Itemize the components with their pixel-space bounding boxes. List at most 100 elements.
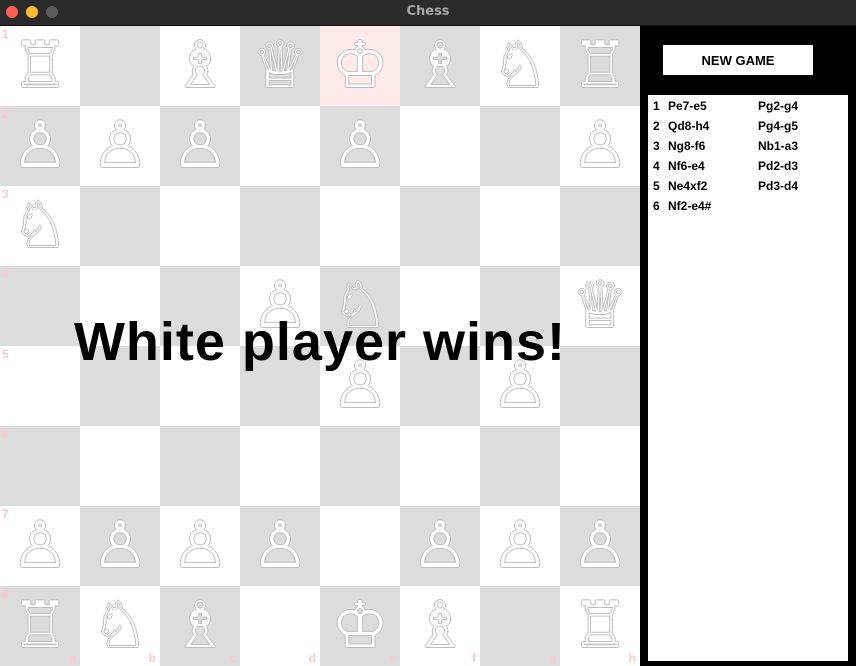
board-square[interactable]	[240, 106, 320, 186]
black-move: Nb1-a3	[758, 139, 799, 153]
white-pawn-piece-icon[interactable]: ♙	[480, 506, 560, 586]
black-pawn-piece-icon[interactable]: ♙	[560, 106, 640, 186]
white-pawn-piece-icon[interactable]: ♙	[400, 506, 480, 586]
move-number: 4	[653, 159, 660, 173]
rank-label: 6	[2, 427, 9, 441]
black-king-piece-icon[interactable]: ♔	[320, 26, 400, 106]
move-number: 2	[653, 119, 660, 133]
board-square[interactable]: e ♔	[320, 586, 400, 666]
black-pawn-piece-icon[interactable]: ♙	[80, 106, 160, 186]
board-square[interactable]: ♙	[160, 106, 240, 186]
move-list: 1 Pe7-e5 Pg2-g4 2 Qd8-h4 Pg4-g5 3 Ng8-f6 Nb1-a3 4…	[648, 95, 848, 661]
black-move: Pd2-d3	[758, 159, 799, 173]
file-label: g	[548, 651, 556, 665]
board-square[interactable]: ♙	[560, 106, 640, 186]
black-move: Pd3-d4	[758, 179, 799, 193]
move-number: 6	[653, 199, 660, 213]
rank-label: 4	[2, 267, 9, 281]
board-square[interactable]	[560, 426, 640, 506]
title-bar: Chess	[0, 0, 856, 26]
board-square[interactable]: ♙	[240, 506, 320, 586]
board-square[interactable]	[320, 426, 400, 506]
board-square[interactable]: h ♖	[560, 586, 640, 666]
board-square[interactable]	[400, 106, 480, 186]
white-move: Qd8-h4	[668, 119, 710, 133]
white-pawn-piece-icon[interactable]: ♙	[0, 506, 80, 586]
board-square[interactable]	[80, 426, 160, 506]
black-move: Pg2-g4	[758, 99, 799, 113]
board-square[interactable]: c ♗	[160, 586, 240, 666]
board-square[interactable]: 8 a ♖	[0, 586, 80, 666]
board-square[interactable]: f ♗	[400, 586, 480, 666]
window-title: Chess	[406, 4, 450, 19]
white-move: Ng8-f6	[668, 139, 706, 153]
board-square[interactable]	[160, 426, 240, 506]
sidebar: NEW GAME 1 Pe7-e5 Pg2-g4 2 Qd8-h4 Pg4-g5 3 Ng8-…	[640, 26, 856, 664]
black-bishop-piece-icon[interactable]: ♗	[400, 26, 480, 106]
board-square[interactable]: ♙	[160, 506, 240, 586]
white-move: Nf6-e4	[668, 159, 705, 173]
white-knight-piece-icon[interactable]: ♘	[80, 586, 160, 666]
board-square[interactable]: ♙	[320, 106, 400, 186]
board-square[interactable]: ♕	[240, 26, 320, 106]
board-square[interactable]	[80, 26, 160, 106]
move-number: 1	[653, 99, 660, 113]
board-square[interactable]: ♔	[320, 26, 400, 106]
white-pawn-piece-icon[interactable]: ♙	[240, 506, 320, 586]
board-square[interactable]: 3 ♘	[0, 186, 80, 266]
white-bishop-piece-icon[interactable]: ♗	[400, 586, 480, 666]
board-square[interactable]	[480, 426, 560, 506]
black-knight-piece-icon[interactable]: ♘	[480, 26, 560, 106]
white-pawn-piece-icon[interactable]: ♙	[560, 506, 640, 586]
white-knight-piece-icon[interactable]: ♘	[0, 186, 80, 266]
board-square[interactable]	[320, 186, 400, 266]
white-move: Ne4xf2	[668, 179, 708, 193]
board-square[interactable]: ♘	[480, 26, 560, 106]
board-square[interactable]: ♙	[560, 506, 640, 586]
board-square[interactable]: d	[240, 586, 320, 666]
board-square[interactable]	[400, 186, 480, 266]
board-square[interactable]	[80, 186, 160, 266]
board-square[interactable]: ♙	[480, 506, 560, 586]
white-move: Pe7-e5	[668, 99, 707, 113]
black-move: Pg4-g5	[758, 119, 799, 133]
white-rook-piece-icon[interactable]: ♖	[0, 586, 80, 666]
board-square[interactable]: b ♘	[80, 586, 160, 666]
black-queen-piece-icon[interactable]: ♕	[240, 26, 320, 106]
board-square[interactable]	[160, 186, 240, 266]
board-square[interactable]	[480, 106, 560, 186]
white-pawn-piece-icon[interactable]: ♙	[80, 506, 160, 586]
black-pawn-piece-icon[interactable]: ♙	[160, 106, 240, 186]
board-square[interactable]: ♙	[80, 506, 160, 586]
white-rook-piece-icon[interactable]: ♖	[560, 586, 640, 666]
new-game-button[interactable]: NEW GAME	[663, 45, 813, 75]
white-bishop-piece-icon[interactable]: ♗	[160, 586, 240, 666]
board-square[interactable]	[560, 186, 640, 266]
file-label: d	[308, 651, 316, 665]
board-square[interactable]	[320, 506, 400, 586]
board-square[interactable]: ♗	[400, 26, 480, 106]
white-pawn-piece-icon[interactable]: ♙	[160, 506, 240, 586]
white-move: Nf2-e4#	[668, 199, 712, 213]
board-square[interactable]: g	[480, 586, 560, 666]
board-square[interactable]: 2 ♙	[0, 106, 80, 186]
black-rook-piece-icon[interactable]: ♖	[0, 26, 80, 106]
game-result-message: White player wins!	[73, 312, 567, 372]
board-square[interactable]: ♖	[560, 26, 640, 106]
board-square[interactable]: ♙	[400, 506, 480, 586]
board-square[interactable]: 7 ♙	[0, 506, 80, 586]
board-square[interactable]: 6	[0, 426, 80, 506]
board-square[interactable]: ♗	[160, 26, 240, 106]
board-square[interactable]	[480, 186, 560, 266]
black-pawn-piece-icon[interactable]: ♙	[0, 106, 80, 186]
board-square[interactable]: 1 ♖	[0, 26, 80, 106]
board-square[interactable]	[240, 426, 320, 506]
black-bishop-piece-icon[interactable]: ♗	[160, 26, 240, 106]
board-square[interactable]	[240, 186, 320, 266]
white-king-piece-icon[interactable]: ♔	[320, 586, 400, 666]
board-square[interactable]	[400, 426, 480, 506]
move-number: 5	[653, 179, 660, 193]
board-square[interactable]: ♙	[80, 106, 160, 186]
black-pawn-piece-icon[interactable]: ♙	[320, 106, 400, 186]
black-rook-piece-icon[interactable]: ♖	[560, 26, 640, 106]
